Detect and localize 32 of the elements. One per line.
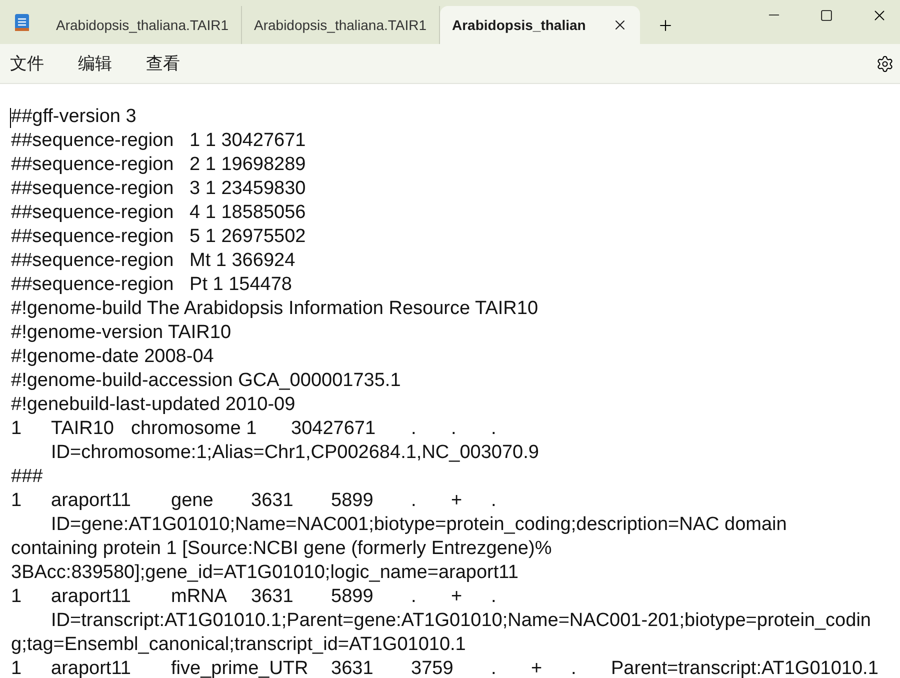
text-line: ##gff-version 3 — [11, 105, 136, 129]
text-line: 1 araport11 mRNA 3631 5899 . + . — [11, 585, 496, 609]
text-line: g;tag=Ensembl_canonical;transcript_id=AT1G01010.1 — [11, 633, 466, 657]
text-line: ID=chromosome:1;Alias=Chr1,CP002684.1,NC_003070.9 — [50, 441, 539, 465]
text-line: containing protein 1 [Source:NCBI gene (formerly Entrezgene)% — [11, 537, 552, 561]
text-line: 1 araport11 five_prime_UTR 3631 3759 . + . Parent=transcript:AT1G01010.1 — [11, 657, 878, 678]
text-line: ID=gene:AT1G01010;Name=NAC001;biotype=protein_coding;description=NAC domain — [50, 513, 787, 537]
text-line: #!genome-version TAIR10 — [11, 321, 232, 345]
text-line: #!genome-build-accession GCA_000001735.1 — [11, 369, 401, 393]
text-line: ##sequence-region Pt 1 154478 — [11, 273, 292, 297]
text-line: ID=transcript:AT1G01010.1;Parent=gene:AT1G01010;Name=NAC001-201;biotype=protein_codin — [50, 609, 871, 633]
settings-icon[interactable] — [876, 54, 894, 72]
text-line: 1 araport11 gene 3631 5899 . + . — [11, 489, 496, 513]
text-line: ##sequence-region Mt 1 366924 — [11, 249, 296, 273]
tab[interactable]: Arabidopsis_thalian — [440, 6, 640, 44]
text-line: 1 TAIR10 chromosome 1 30427671 . . . — [11, 417, 496, 441]
menu-item[interactable]: 查看 — [146, 50, 180, 76]
maximize-icon[interactable] — [820, 8, 833, 22]
menu-item[interactable]: 文件 — [10, 50, 44, 76]
text-line: ##sequence-region 1 1 30427671 — [11, 129, 306, 153]
text-line: ##sequence-region 4 1 18585056 — [11, 201, 306, 225]
text-line: ### — [11, 465, 43, 489]
text-line: #!genome-build The Arabidopsis Information Resource TAIR10 — [11, 297, 538, 321]
text-line: 3BAcc:839580];gene_id=AT1G01010;logic_name=araport11 — [11, 561, 518, 585]
text-line: #!genebuild-last-updated 2010-09 — [11, 393, 296, 417]
text-line: ##sequence-region 2 1 19698289 — [11, 153, 306, 177]
text-cursor — [10, 108, 11, 128]
notepad-icon — [14, 12, 30, 32]
text-line: ##sequence-region 5 1 26975502 — [11, 225, 306, 249]
text-line: ##sequence-region 3 1 23459830 — [11, 177, 306, 201]
menu-item[interactable]: 编辑 — [78, 50, 112, 76]
text-line: #!genome-date 2008-04 — [11, 345, 214, 369]
